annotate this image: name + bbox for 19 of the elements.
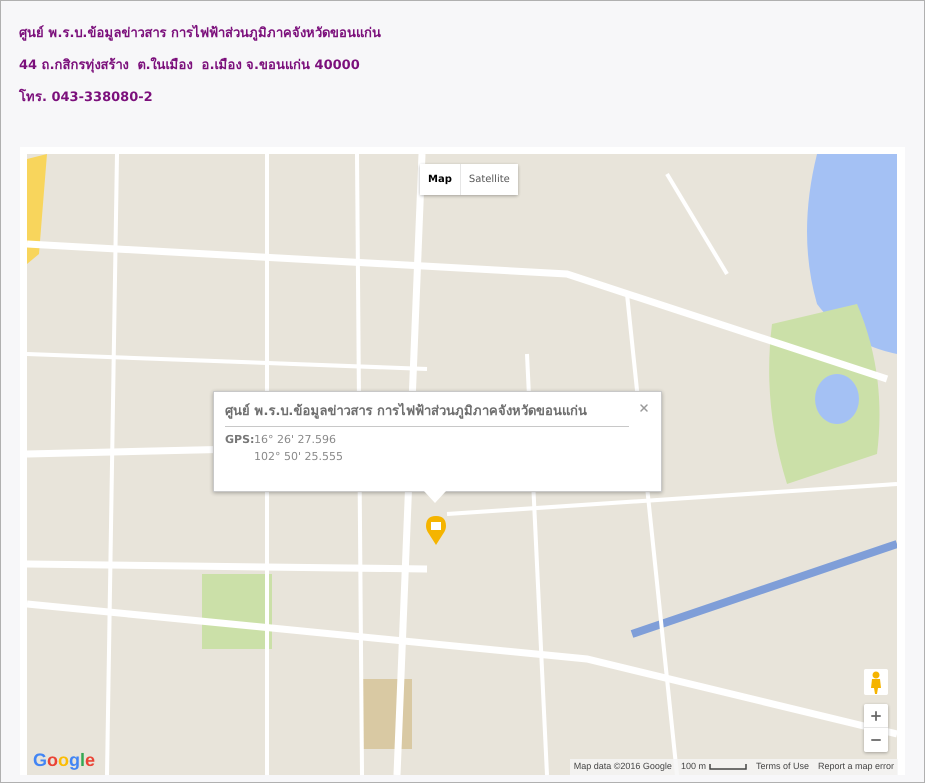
longitude-text: 102° 50' 25.555 (254, 448, 343, 464)
map-attribution: Map data ©2016 Google (574, 760, 672, 774)
scale-label: 100 m (680, 760, 706, 774)
header-text: 44 ถ.กสิกรทุ่งสร้าง ต.ในเมือง อ.เมือง จ.ขอนแก่น 40000 (19, 57, 361, 75)
plus-icon (869, 708, 883, 722)
close-icon[interactable] (638, 402, 650, 414)
map-type-button[interactable]: Map (420, 164, 460, 195)
scale-bar-icon (708, 764, 747, 770)
latitude-text: 16° 26' 27.596 (254, 432, 338, 448)
terms-link[interactable]: Terms of Use (756, 760, 809, 774)
report-link[interactable]: Report a map error (818, 760, 894, 774)
header-text: โทร. 043-338080-2 (19, 89, 154, 107)
pegman-icon[interactable] (864, 669, 888, 695)
map-type-button[interactable]: Satellite (460, 164, 518, 195)
gps-label: GPS: (225, 432, 254, 448)
google-logo: Google (33, 750, 96, 770)
map-marker-icon[interactable] (426, 516, 446, 546)
header-text: ศูนย์ พ.ร.บ.ข้อมูลข่าวสาร การไฟฟ้าส่วนภูมิภาคจังหวัดขอนแก่น (19, 25, 382, 43)
info-title: ศูนย์ พ.ร.บ.ข้อมูลข่าวสาร การไฟฟ้าส่วนภูมิภาคจังหวัดขอนแก่น (225, 402, 629, 426)
